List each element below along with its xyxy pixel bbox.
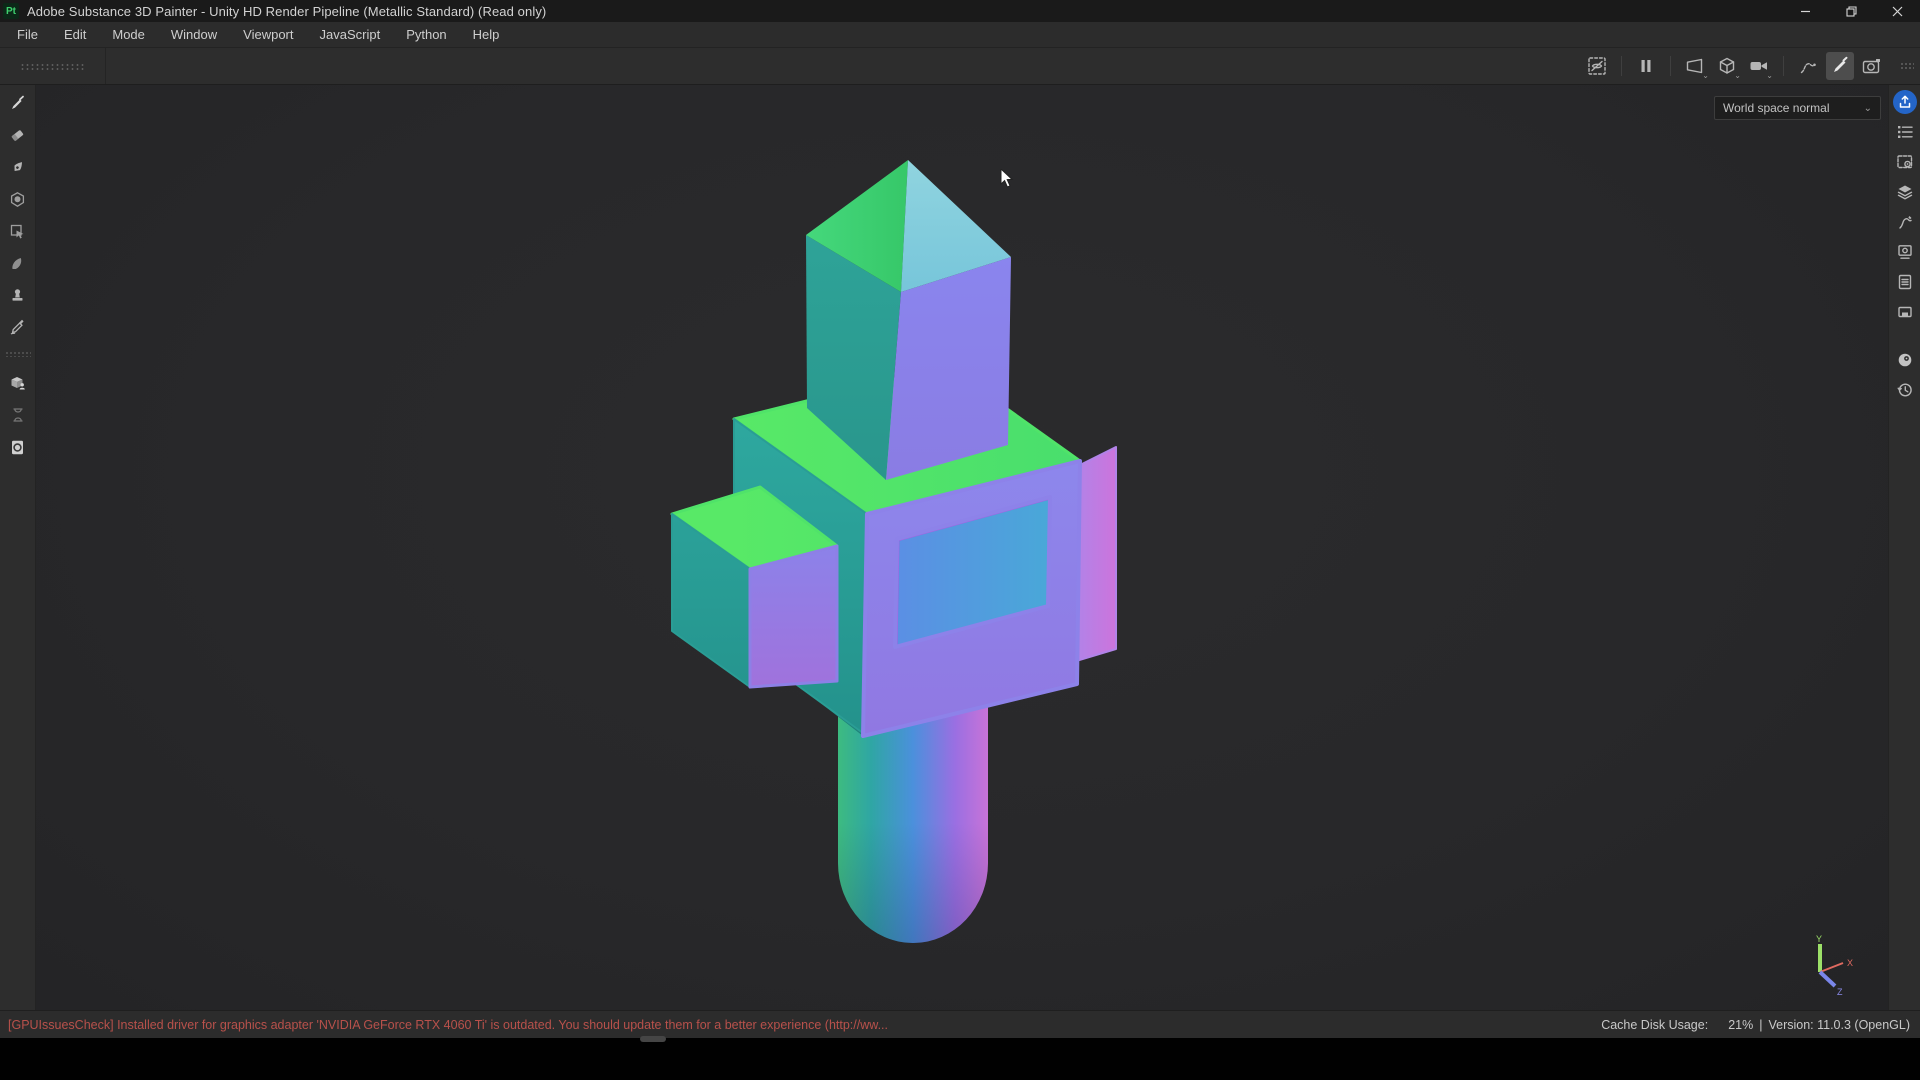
brush-stroke-icon[interactable] <box>1890 207 1920 237</box>
viewport-3d[interactable]: World space normal ⌄ Y X Z <box>36 85 1888 1010</box>
bottom-strip <box>0 1038 1920 1080</box>
share-icon <box>1893 90 1917 114</box>
projection-pen-tool[interactable] <box>2 151 34 183</box>
shelf-icon[interactable] <box>1890 297 1920 327</box>
selection-tool[interactable] <box>2 215 34 247</box>
menu-bar: File Edit Mode Window Viewport JavaScrip… <box>0 22 1920 48</box>
hourglass-tool[interactable] <box>2 399 34 431</box>
toolbar-divider <box>1621 56 1622 76</box>
log-panel-drag-handle[interactable] <box>640 1036 666 1042</box>
camera-projection-dropdown-icon[interactable]: ⌄ <box>1681 52 1709 80</box>
toolbar-separator <box>105 48 106 84</box>
menu-edit[interactable]: Edit <box>51 22 99 47</box>
chevron-down-icon: ⌄ <box>1766 72 1773 80</box>
chevron-down-icon: ⌄ <box>1702 72 1709 80</box>
display-settings-icon[interactable] <box>1890 237 1920 267</box>
cache-usage-label: Cache Disk Usage: <box>1601 1018 1708 1032</box>
polygon-fill-tool[interactable] <box>2 183 34 215</box>
menu-javascript[interactable]: JavaScript <box>306 22 393 47</box>
texture-file-tool[interactable] <box>2 431 34 463</box>
toolbar-right-grip[interactable] <box>1900 62 1914 70</box>
axis-z-label: Z <box>1837 987 1843 996</box>
particles-mode-icon[interactable] <box>1794 52 1822 80</box>
status-bar: [GPUIssuesCheck] Installed driver for gr… <box>0 1010 1920 1038</box>
window-controls <box>1782 0 1920 22</box>
window-title: Adobe Substance 3D Painter - Unity HD Re… <box>27 4 546 19</box>
toolbar-right-cluster: ⌄ ⌄ ⌄ <box>1583 52 1920 80</box>
app-logo-icon: Pt <box>3 3 19 19</box>
title-bar: Pt Adobe Substance 3D Painter - Unity HD… <box>0 0 1920 22</box>
toolbar-drag-grip[interactable] <box>20 63 84 70</box>
texture-set-list-icon[interactable] <box>1890 117 1920 147</box>
right-dock-sidebar <box>1888 85 1920 1010</box>
menu-mode[interactable]: Mode <box>99 22 158 47</box>
viewer-settings-icon[interactable] <box>1890 345 1920 375</box>
app-window: Pt Adobe Substance 3D Painter - Unity HD… <box>0 0 1920 1080</box>
axis-y-label: Y <box>1816 934 1822 944</box>
view-mode-dropdown-icon[interactable]: ⌄ <box>1713 52 1741 80</box>
settings-panel-icon[interactable] <box>1890 147 1920 177</box>
shading-mode-dropdown[interactable]: World space normal ⌄ <box>1714 96 1881 120</box>
material-picker-tool[interactable] <box>2 311 34 343</box>
left-tool-sidebar <box>0 85 36 1010</box>
eraser-tool[interactable] <box>2 119 34 151</box>
axis-x-label: X <box>1847 958 1853 968</box>
layers-icon[interactable] <box>1890 177 1920 207</box>
restore-button[interactable] <box>1828 0 1874 22</box>
menu-file[interactable]: File <box>4 22 51 47</box>
gpu-warning-message: [GPUIssuesCheck] Installed driver for gr… <box>8 1018 888 1032</box>
cache-usage-value: 21% <box>1728 1018 1753 1032</box>
mouse-cursor <box>1000 169 1018 189</box>
share-export-button[interactable] <box>1890 87 1920 117</box>
main-area: World space normal ⌄ Y X Z <box>0 85 1920 1010</box>
toolbar-divider <box>1783 56 1784 76</box>
close-button[interactable] <box>1874 0 1920 22</box>
model-3d <box>36 85 1887 1009</box>
top-toolbar: ⌄ ⌄ ⌄ <box>0 48 1920 85</box>
history-icon[interactable] <box>1890 375 1920 405</box>
minimize-button[interactable] <box>1782 0 1828 22</box>
pause-engine-icon[interactable] <box>1632 52 1660 80</box>
camera-dropdown-icon[interactable]: ⌄ <box>1745 52 1773 80</box>
paint-mode-icon[interactable] <box>1826 52 1854 80</box>
smudge-tool[interactable] <box>2 247 34 279</box>
geometry-figure-tool[interactable] <box>2 367 34 399</box>
axis-gizmo[interactable]: Y X Z <box>1798 934 1860 996</box>
shading-mode-label: World space normal <box>1723 101 1864 115</box>
hide-ui-icon[interactable] <box>1583 52 1611 80</box>
chevron-down-icon: ⌄ <box>1734 72 1741 80</box>
menu-viewport[interactable]: Viewport <box>230 22 306 47</box>
screenshot-icon[interactable] <box>1858 52 1886 80</box>
menu-window[interactable]: Window <box>158 22 230 47</box>
menu-python[interactable]: Python <box>393 22 459 47</box>
properties-icon[interactable] <box>1890 267 1920 297</box>
status-separator: | <box>1759 1018 1762 1032</box>
menu-help[interactable]: Help <box>460 22 513 47</box>
toolbar-divider <box>1670 56 1671 76</box>
chevron-down-icon: ⌄ <box>1864 103 1872 114</box>
status-info: Cache Disk Usage: 21% | Version: 11.0.3 … <box>1601 1018 1910 1032</box>
paint-brush-tool[interactable] <box>2 87 34 119</box>
clone-stamp-tool[interactable] <box>2 279 34 311</box>
version-info: Version: 11.0.3 (OpenGL) <box>1768 1018 1910 1032</box>
tool-group-divider <box>5 351 31 357</box>
